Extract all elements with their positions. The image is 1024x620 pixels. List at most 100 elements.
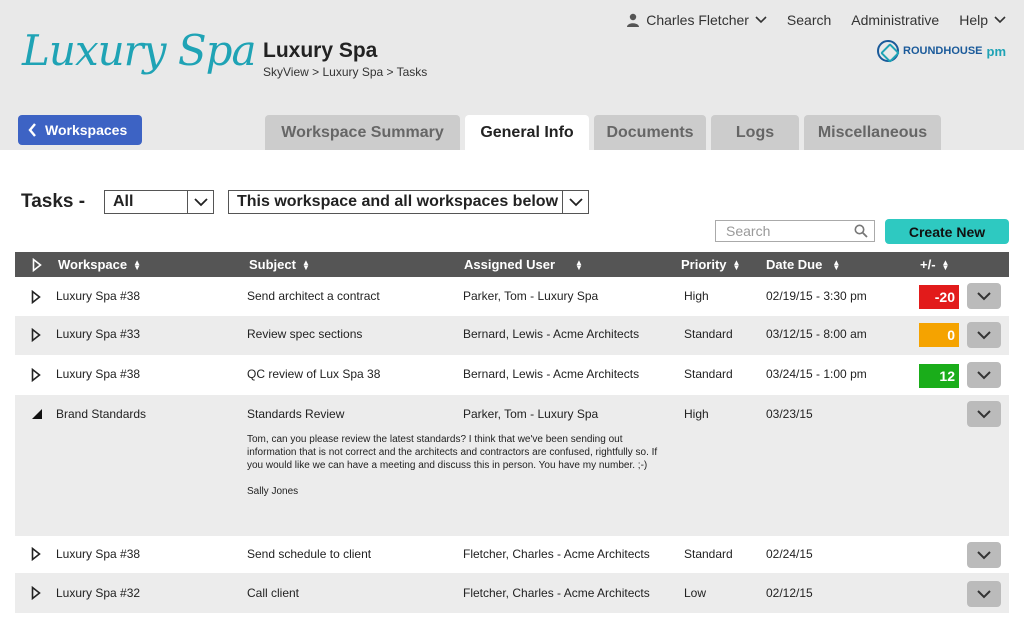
- tab-logs[interactable]: Logs: [711, 115, 799, 150]
- cell-workspace: Luxury Spa #38: [56, 547, 141, 561]
- expand-icon: [32, 257, 42, 272]
- row-menu-button[interactable]: [967, 581, 1001, 607]
- cell-assigned: Fletcher, Charles - Acme Architects: [463, 586, 650, 600]
- cell-subject: Send architect a contract: [247, 289, 380, 303]
- cell-subject: Call client: [247, 586, 300, 600]
- create-new-button[interactable]: Create New: [885, 219, 1009, 244]
- user-name: Charles Fletcher: [646, 12, 749, 28]
- nav-search[interactable]: Search: [787, 12, 831, 28]
- workspace-scope-toggle[interactable]: [562, 191, 588, 213]
- table-row-expanded[interactable]: Brand Standards Standards Review Parker,…: [15, 395, 1009, 536]
- column-assigned-label: Assigned User: [464, 257, 556, 272]
- help-menu[interactable]: Help: [959, 12, 1006, 28]
- workspace-scope-select[interactable]: This workspace and all workspaces below: [228, 190, 589, 214]
- cell-subject: Send schedule to client: [247, 547, 372, 561]
- task-filter-toggle[interactable]: [187, 191, 213, 213]
- column-workspace-label: Workspace: [58, 257, 128, 272]
- page-title: Luxury Spa: [263, 39, 378, 62]
- brand-logo: ROUNDHOUSE pm: [877, 40, 1006, 62]
- row-menu-button[interactable]: [967, 322, 1001, 348]
- cell-priority: High: [684, 289, 709, 303]
- chevron-down-icon: [977, 551, 991, 560]
- cell-assigned: Parker, Tom - Luxury Spa: [463, 407, 599, 421]
- chevron-left-icon: [28, 123, 36, 137]
- cell-priority: Standard: [684, 547, 733, 561]
- column-workspace[interactable]: Workspace ▲ ▼: [58, 252, 141, 277]
- tab-documents[interactable]: Documents: [594, 115, 706, 150]
- tab-general-info[interactable]: General Info: [465, 115, 589, 150]
- column-priority[interactable]: Priority ▲ ▼: [681, 252, 740, 277]
- expand-all-toggle[interactable]: [32, 252, 42, 277]
- column-date-due[interactable]: Date Due ▲ ▼: [766, 252, 840, 277]
- row-menu-button[interactable]: [967, 401, 1001, 427]
- cell-due: 02/12/15: [766, 586, 813, 600]
- chevron-down-icon: [568, 197, 583, 206]
- row-menu-button[interactable]: [967, 283, 1001, 309]
- diff-badge: 0: [919, 323, 959, 347]
- cell-workspace: Luxury Spa #38: [56, 289, 141, 303]
- table-row[interactable]: Luxury Spa #32 Call client Fletcher, Cha…: [15, 573, 1009, 613]
- chevron-down-icon: [755, 16, 767, 24]
- cell-workspace: Luxury Spa #38: [56, 367, 141, 381]
- help-label: Help: [959, 12, 988, 28]
- user-icon: [627, 13, 640, 27]
- chevron-down-icon: [977, 331, 991, 340]
- chevron-down-icon: [193, 197, 208, 206]
- tab-workspace-summary[interactable]: Workspace Summary: [265, 115, 460, 150]
- column-subject-label: Subject: [249, 257, 296, 272]
- task-filter-select[interactable]: All: [104, 190, 214, 214]
- cell-priority: Standard: [684, 327, 733, 341]
- cell-priority: Low: [684, 586, 707, 600]
- table-row[interactable]: Luxury Spa #33 Review spec sections Bern…: [15, 316, 1009, 355]
- sort-icon: ▲ ▼: [133, 257, 142, 272]
- expand-row-icon[interactable]: [31, 547, 41, 561]
- workspaces-button[interactable]: Workspaces: [18, 115, 142, 145]
- workspaces-button-label: Workspaces: [45, 122, 128, 138]
- top-nav: Charles Fletcher Search Administrative H…: [626, 12, 1006, 28]
- collapse-row-icon[interactable]: [31, 408, 43, 420]
- search-icon[interactable]: [854, 224, 868, 238]
- tab-bar: Workspace Summary General Info Documents…: [265, 115, 941, 150]
- cell-due: 03/23/15: [766, 407, 813, 421]
- table-row[interactable]: Luxury Spa #38 QC review of Lux Spa 38 B…: [15, 355, 1009, 395]
- sort-icon: ▲ ▼: [575, 257, 583, 272]
- column-due-label: Date Due: [766, 257, 823, 272]
- column-diff[interactable]: +/- ▲ ▼: [920, 252, 949, 277]
- expand-row-icon[interactable]: [31, 290, 41, 304]
- search-input[interactable]: [726, 223, 836, 239]
- cell-priority: High: [684, 407, 709, 421]
- brand-suffix: pm: [986, 43, 1007, 59]
- chevron-down-icon: [977, 371, 991, 380]
- cell-due: 02/24/15: [766, 547, 813, 561]
- tasks-label: Tasks -: [21, 191, 86, 212]
- sort-icon: ▲ ▼: [941, 257, 950, 272]
- roundhouse-icon: [877, 40, 900, 62]
- cell-subject: Standards Review: [247, 407, 345, 421]
- cell-workspace: Brand Standards: [56, 407, 147, 421]
- expand-row-icon[interactable]: [31, 328, 41, 342]
- expand-row-icon[interactable]: [31, 586, 41, 600]
- cell-assigned: Bernard, Lewis - Acme Architects: [463, 327, 640, 341]
- column-assigned-user[interactable]: Assigned User ▲ ▼: [464, 252, 583, 277]
- column-priority-label: Priority: [681, 257, 727, 272]
- cell-priority: Standard: [684, 367, 733, 381]
- nav-administrative[interactable]: Administrative: [851, 12, 939, 28]
- task-search[interactable]: [715, 220, 875, 242]
- row-menu-button[interactable]: [967, 362, 1001, 388]
- cell-due: 02/19/15 - 3:30 pm: [766, 289, 867, 303]
- sort-icon: ▲ ▼: [301, 257, 310, 272]
- table-row[interactable]: Luxury Spa #38 Send schedule to client F…: [15, 536, 1009, 573]
- user-menu[interactable]: Charles Fletcher: [626, 12, 767, 28]
- cell-subject: QC review of Lux Spa 38: [247, 367, 381, 381]
- cell-workspace: Luxury Spa #33: [56, 327, 141, 341]
- expand-row-icon[interactable]: [31, 368, 41, 382]
- row-menu-button[interactable]: [967, 542, 1001, 568]
- sort-icon: ▲ ▼: [732, 257, 741, 272]
- column-diff-label: +/-: [920, 257, 936, 272]
- table-header: Workspace ▲ ▼ Subject ▲ ▼ Assigned User ▲ ▼ Pr…: [15, 252, 1009, 277]
- column-subject[interactable]: Subject ▲ ▼: [249, 252, 310, 277]
- table-row[interactable]: Luxury Spa #38 Send architect a contract…: [15, 277, 1009, 316]
- chevron-down-icon: [977, 292, 991, 301]
- breadcrumb[interactable]: SkyView > Luxury Spa > Tasks: [263, 65, 427, 79]
- tab-miscellaneous[interactable]: Miscellaneous: [804, 115, 941, 150]
